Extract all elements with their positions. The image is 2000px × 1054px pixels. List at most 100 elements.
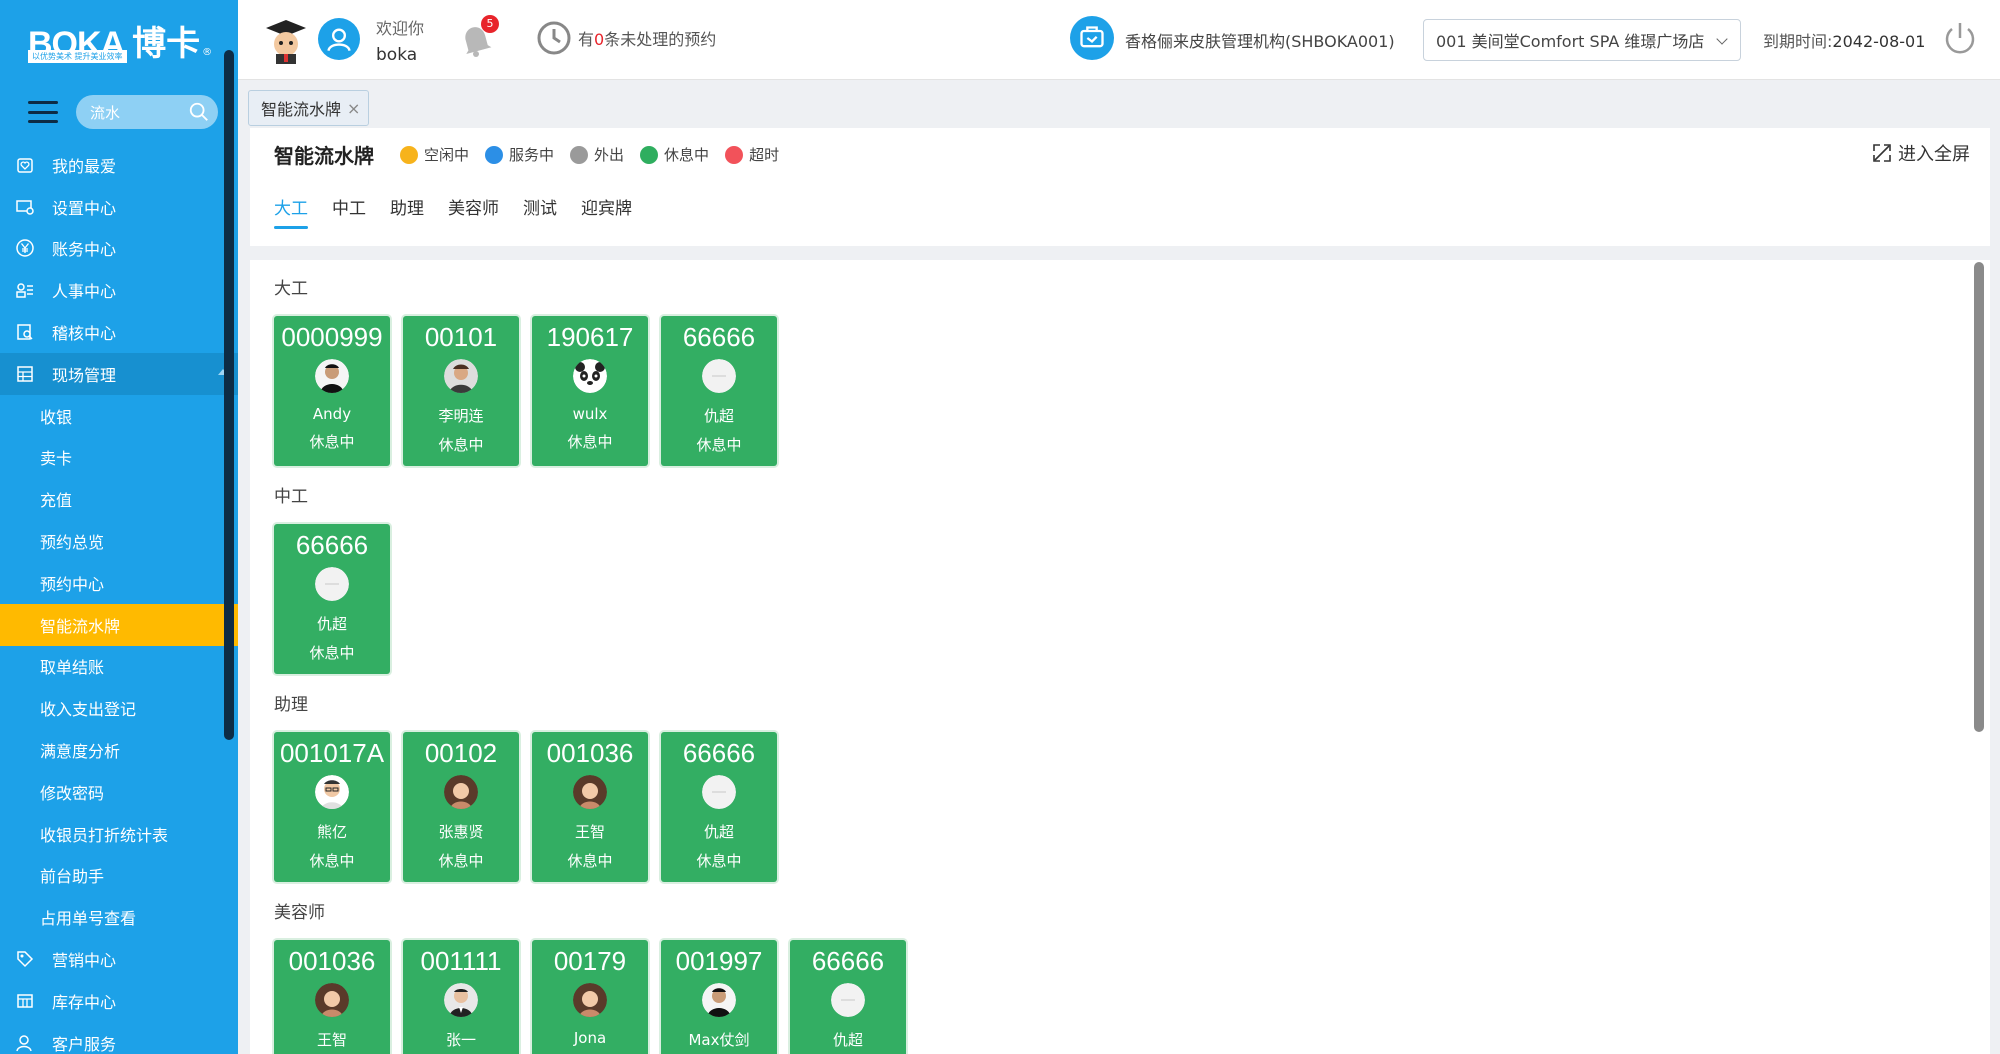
sidebar-bottom-item-0[interactable]: 营销中心 — [0, 938, 238, 980]
category-tabs: 大工 中工 助理 美容师 测试 迎宾牌 — [274, 194, 632, 229]
sidebar: BOKA 博卡 ® 以优势美术 提升美业效率 流水 我的最爱 设置中心 账务中心 人事… — [0, 0, 238, 1054]
legend-label: 服务中 — [509, 146, 555, 164]
default-avatar — [315, 567, 349, 601]
chevron-down-icon — [1716, 33, 1728, 45]
pending-prefix: 有 — [578, 30, 595, 49]
status-legend: 空闲中 服务中 外出 休息中 超时 — [400, 144, 779, 165]
sidebar-item-label: 我的最爱 — [52, 156, 117, 176]
staff-card[interactable]: 00102 张惠贤 休息中 — [403, 732, 519, 882]
staff-card[interactable]: 001111张一休息中 — [403, 940, 519, 1054]
tab-category-0[interactable]: 大工 — [274, 194, 308, 229]
sidebar-item-label: 现场管理 — [52, 365, 117, 385]
sidebar-subitem-10[interactable]: 收银员打折统计表 — [0, 813, 238, 855]
tab-category-4[interactable]: 测试 — [523, 194, 557, 229]
default-avatar — [831, 983, 865, 1017]
woman-avatar — [573, 983, 607, 1017]
page-tab-smart-board[interactable]: 智能流水牌 × — [248, 90, 370, 126]
staff-card[interactable]: 00179Jona休息中 — [532, 940, 648, 1054]
legend-item-4: 超时 — [725, 144, 779, 165]
status-dot-icon — [725, 145, 744, 164]
staff-name: 仇超 — [832, 1031, 863, 1049]
tab-category-1[interactable]: 中工 — [332, 194, 366, 229]
fullscreen-button[interactable]: 进入全屏 — [1872, 140, 1970, 166]
group-title-0: 大工 — [274, 279, 308, 299]
legend-label: 休息中 — [664, 146, 710, 164]
staff-card[interactable]: 001017A 熊亿 休息中 — [274, 732, 390, 882]
sidebar-subitem-2[interactable]: 充值 — [0, 478, 238, 520]
sidebar-item-5[interactable]: 现场管理 — [0, 352, 238, 395]
sidebar-item-4[interactable]: 稽核中心 — [0, 311, 238, 353]
sidebar-subitem-6[interactable]: 取单结账 — [0, 646, 238, 688]
staff-code: 001111 — [420, 946, 502, 976]
staff-card[interactable]: 66666仇超休息中 — [274, 524, 390, 674]
sidebar-subitem-5[interactable]: 智能流水牌 — [0, 603, 238, 646]
fullscreen-label: 进入全屏 — [1898, 144, 1970, 165]
store-select[interactable]: 001 美间堂Comfort SPA 维璟广场店 — [1423, 19, 1741, 61]
sidebar-subitem-7[interactable]: 收入支出登记 — [0, 687, 238, 729]
power-icon[interactable] — [1940, 18, 1980, 58]
sidebar-bottom-item-1[interactable]: 库存中心 — [0, 980, 238, 1022]
staff-card[interactable]: 66666仇超休息中 — [661, 732, 777, 882]
woman-avatar — [573, 775, 607, 809]
sidebar-subitem-0[interactable]: 收银 — [0, 395, 238, 437]
staff-name: Andy — [312, 405, 352, 423]
logo[interactable]: BOKA 博卡 ® — [0, 0, 238, 80]
sidebar-scrollbar[interactable] — [224, 50, 234, 740]
staff-card[interactable]: 001036王智休息中 — [532, 732, 648, 882]
sidebar-subitem-9[interactable]: 修改密码 — [0, 771, 238, 813]
sidebar-subitem-11[interactable]: 前台助手 — [0, 855, 238, 897]
staff-card[interactable]: 66666仇超休息中 — [790, 940, 906, 1054]
sidebar-subitem-12[interactable]: 占用单号查看 — [0, 896, 238, 938]
logo-text-cn: 博卡 — [132, 23, 201, 64]
organization-icon — [1070, 16, 1114, 60]
man-glasses-avatar — [315, 775, 349, 809]
staff-card[interactable]: 66666仇超休息中 — [661, 316, 777, 466]
staff-name: Max仗剑 — [688, 1031, 750, 1049]
pending-suffix: 条未处理的预约 — [604, 30, 717, 49]
settings-screen-icon — [14, 196, 36, 218]
tab-category-2[interactable]: 助理 — [390, 194, 424, 229]
legend-label: 外出 — [594, 146, 625, 164]
sidebar-search-value: 流水 — [90, 103, 121, 122]
menu-toggle-icon[interactable] — [28, 101, 58, 123]
sidebar-item-0[interactable]: 我的最爱 — [0, 144, 238, 186]
user-avatar-icon[interactable] — [318, 18, 360, 60]
heart-doc-icon — [14, 154, 36, 176]
clock-icon — [537, 21, 571, 55]
staff-status: 休息中 — [438, 436, 484, 454]
sidebar-item-1[interactable]: 设置中心 — [0, 186, 238, 228]
card-row-0: 0000999 Andy 休息中 00101 李明连 休息中 190617 wulx 休息中 66… — [274, 316, 777, 466]
staff-status: 休息中 — [438, 852, 484, 870]
content-header: 智能流水牌 空闲中 服务中 外出 休息中 超时 进入全屏 大工 中工 助理 美容师 测试 迎宾牌 — [250, 128, 1990, 246]
sidebar-subitem-1[interactable]: 卖卡 — [0, 437, 238, 479]
sidebar-search-input[interactable]: 流水 — [76, 95, 218, 129]
sidebar-subitem-3[interactable]: 预约总览 — [0, 520, 238, 562]
card-row-3: 001036王智休息中001111张一休息中00179Jona休息中 001997… — [274, 940, 906, 1054]
status-dot-icon — [640, 145, 659, 164]
close-icon[interactable]: × — [347, 99, 360, 118]
sidebar-item-label: 设置中心 — [52, 198, 117, 218]
staff-card[interactable]: 001036王智休息中 — [274, 940, 390, 1054]
tab-category-3[interactable]: 美容师 — [448, 194, 499, 229]
pending-appointments[interactable]: 有0条未处理的预约 — [578, 26, 716, 50]
expire-label: 到期时间: — [1763, 32, 1833, 51]
board-scrollbar[interactable] — [1974, 262, 1984, 732]
sidebar-subitem-4[interactable]: 预约中心 — [0, 562, 238, 604]
sidebar-bottom-item-2[interactable]: 客户服务 — [0, 1022, 238, 1054]
staff-code: 001997 — [675, 946, 763, 976]
staff-code: 001017A — [279, 738, 385, 768]
sidebar-subitem-8[interactable]: 满意度分析 — [0, 729, 238, 771]
legend-label: 空闲中 — [424, 146, 470, 164]
expand-icon — [1873, 144, 1891, 162]
staff-card[interactable]: 001997Max仗剑休息中 — [661, 940, 777, 1054]
search-icon[interactable] — [188, 101, 210, 123]
sidebar-item-2[interactable]: 账务中心 — [0, 228, 238, 270]
staff-card[interactable]: 190617 wulx 休息中 — [532, 316, 648, 466]
default-avatar — [702, 359, 736, 393]
staff-code: 66666 — [682, 322, 756, 352]
tab-category-5[interactable]: 迎宾牌 — [581, 194, 632, 229]
staff-card[interactable]: 0000999 Andy 休息中 — [274, 316, 390, 466]
people-icon — [14, 279, 36, 301]
staff-card[interactable]: 00101 李明连 休息中 — [403, 316, 519, 466]
sidebar-item-3[interactable]: 人事中心 — [0, 269, 238, 311]
